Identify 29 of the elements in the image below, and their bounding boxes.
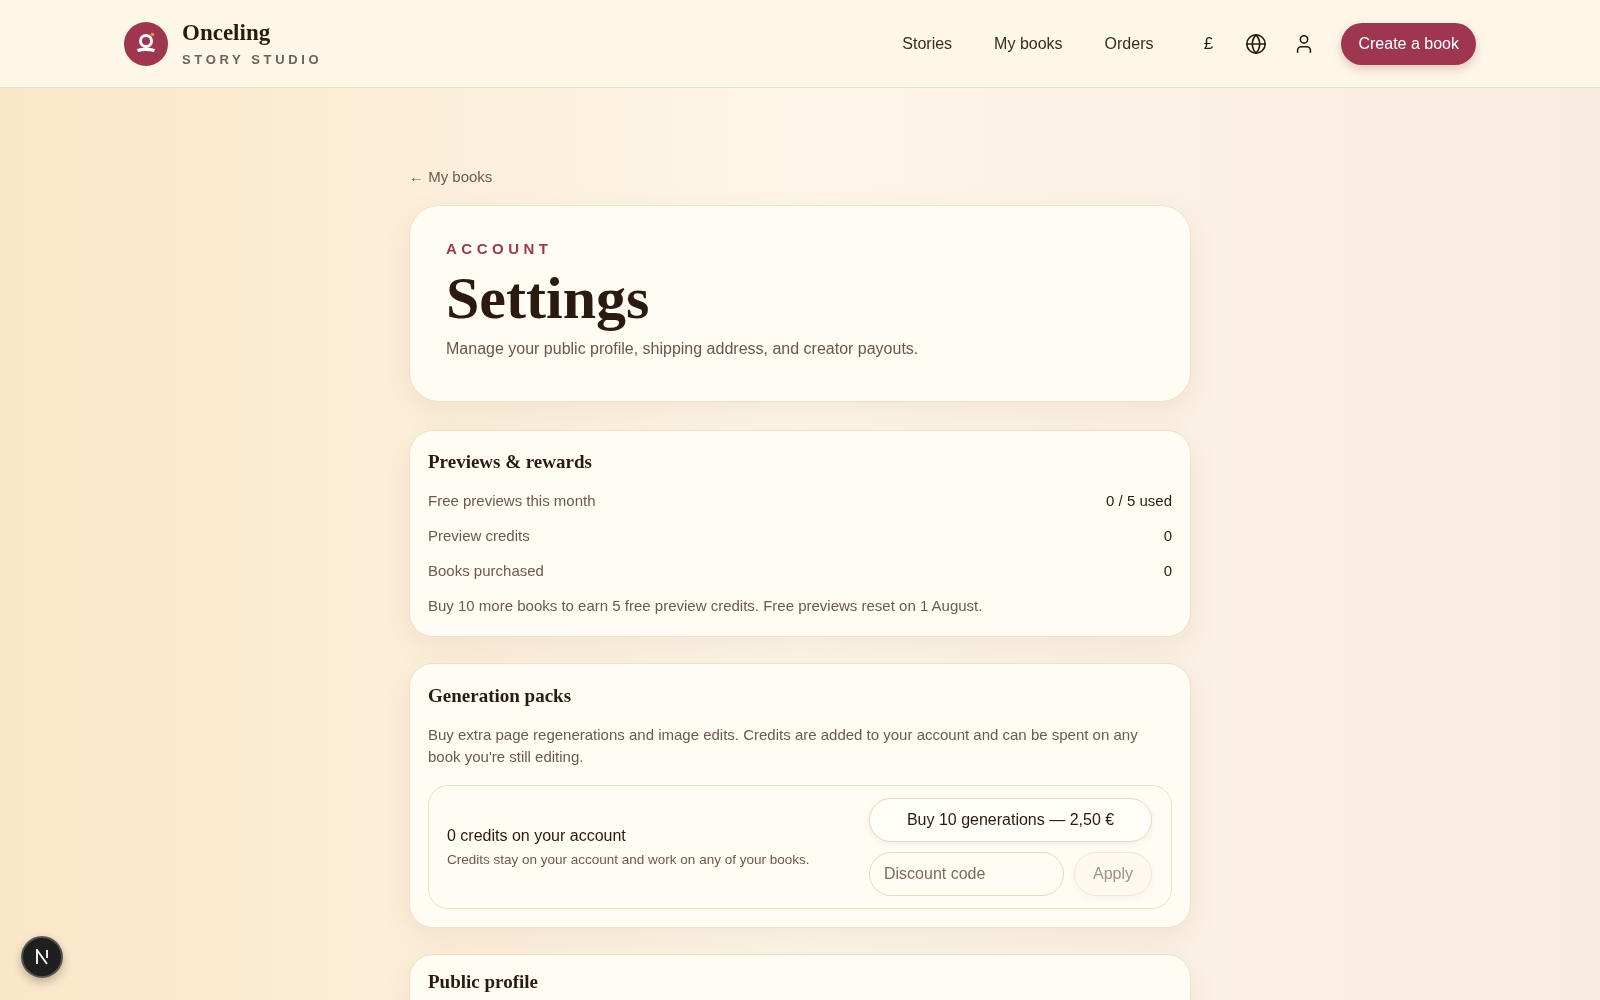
create-book-button[interactable]: Create a book xyxy=(1341,22,1476,65)
stat-label: Free previews this month xyxy=(428,491,596,511)
buy-generations-button[interactable]: Buy 10 generations — 2,50 € xyxy=(869,798,1152,842)
stat-label: Preview credits xyxy=(428,526,530,546)
stat-value: 0 / 5 used xyxy=(1106,491,1172,511)
section-description: Buy extra page regenerations and image edits. Credits are added to your account and can be spent on any book you're still editing. xyxy=(428,725,1139,767)
currency-button[interactable]: £ xyxy=(1190,25,1227,62)
stat-value: 0 xyxy=(1163,561,1172,581)
brand-tagline: STORY STUDIO xyxy=(182,50,323,69)
credits-note: Credits stay on your account and work on any of your books. xyxy=(447,851,810,869)
brand-name: Onceling xyxy=(182,18,272,47)
back-link[interactable]: ← My books xyxy=(409,167,493,187)
nav-link[interactable]: Orders xyxy=(1104,31,1154,56)
credits-balance: 0 credits on your account xyxy=(447,826,627,846)
stat-value: 0 xyxy=(1163,526,1172,546)
discount-code-field[interactable]: Discount code xyxy=(869,852,1064,896)
section-eyebrow: ACCOUNT xyxy=(446,239,554,259)
stat-label: Books purchased xyxy=(428,561,544,581)
section-title: Previews & rewards xyxy=(428,451,593,473)
nav-link[interactable]: My books xyxy=(994,31,1063,56)
nav-link[interactable]: Stories xyxy=(902,31,953,56)
section-title: Generation packs xyxy=(428,685,573,707)
page-description: Manage your public profile, shipping address, and creator payouts. xyxy=(446,339,920,359)
globe-icon xyxy=(1245,32,1268,55)
section-title: Public profile xyxy=(428,971,539,993)
rewards-note: Buy 10 more books to earn 5 free preview credits. Free previews reset on 1 August. xyxy=(428,596,984,616)
page-title: Settings xyxy=(446,265,651,331)
logo-icon xyxy=(124,21,168,66)
letter-n-logo-icon xyxy=(35,949,49,965)
